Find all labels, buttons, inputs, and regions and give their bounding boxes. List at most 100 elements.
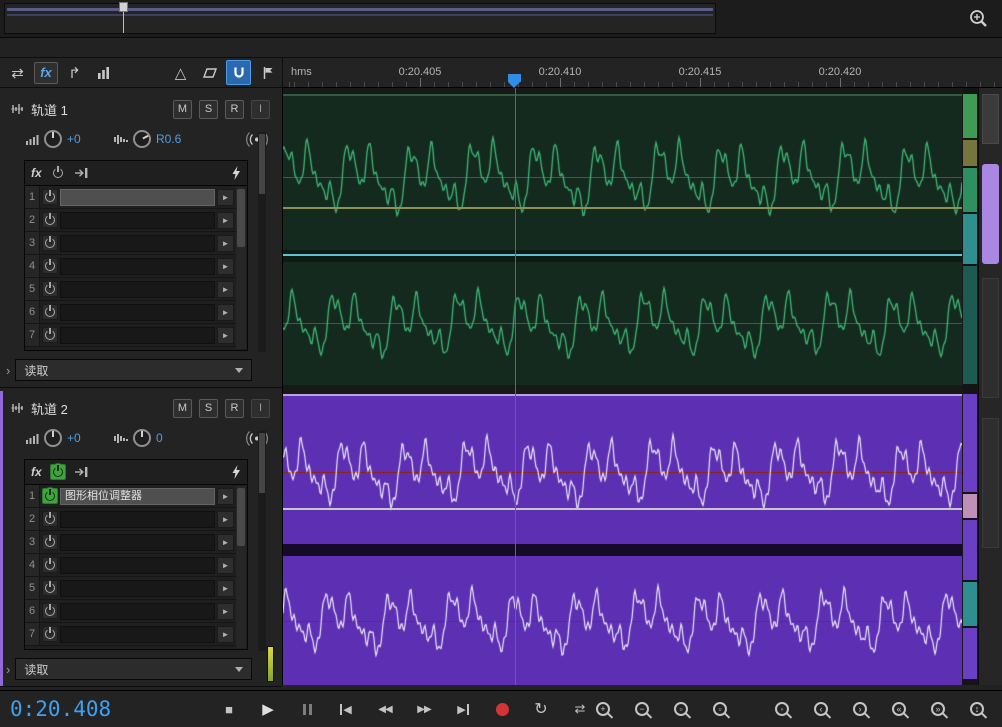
fx-pre-render-icon[interactable] [74, 466, 89, 478]
fx-slot-row[interactable]: 1 ► [25, 186, 236, 209]
scrollbar-thumb[interactable] [259, 433, 265, 493]
zoom-in-point-button[interactable]: ▫ [669, 697, 693, 721]
zoom-out-button[interactable]: − [630, 697, 654, 721]
fx-slot-row[interactable]: 7 ► [25, 623, 236, 646]
fx-slot-name[interactable] [60, 188, 215, 206]
fx-power-toggle[interactable] [42, 580, 58, 596]
pan-knob[interactable] [133, 429, 151, 447]
metronome-icon[interactable]: △ [168, 60, 193, 85]
fx-power-toggle[interactable] [42, 603, 58, 619]
slip-tool-icon[interactable]: ↱ [62, 60, 87, 85]
fx-power-toggle[interactable] [42, 626, 58, 642]
automation-mode-dropdown[interactable]: 读取 [15, 658, 252, 680]
track2-panel[interactable]: 轨道 2 M S R I +0 0 fx 1 图形相位调整器 ► 2 ► 3 ►… [0, 391, 282, 687]
crossfade-icon[interactable] [197, 60, 222, 85]
fx-slot-name[interactable]: 图形相位调整器 [60, 487, 215, 505]
fx-slot-row[interactable]: 4 ► [25, 554, 236, 577]
fx-power-toggle[interactable] [42, 235, 58, 251]
fx-slot-name[interactable] [60, 602, 215, 620]
fx-pre-render-icon[interactable] [74, 167, 89, 179]
clip-track1[interactable] [283, 94, 962, 385]
fx-power-toggle[interactable] [42, 534, 58, 550]
fx-slot-row[interactable]: 7 ► [25, 324, 236, 347]
zoom-amplitude-in-button[interactable]: « [887, 697, 911, 721]
fx-rack-power-toggle[interactable] [49, 464, 66, 480]
monitor-input-button[interactable]: I [251, 99, 270, 119]
mixer-icon[interactable] [91, 60, 116, 85]
fx-slot-menu-button[interactable]: ► [217, 510, 234, 528]
fast-forward-button[interactable]: ▶▶ [413, 698, 435, 720]
volume-knob[interactable] [44, 429, 62, 447]
arm-record-button[interactable]: R [225, 398, 244, 418]
fx-slot-name[interactable] [60, 211, 215, 229]
fx-rack-scrollbar-thumb[interactable] [237, 189, 245, 247]
zoom-in-button[interactable]: + [591, 697, 615, 721]
track-name[interactable]: 轨道 2 [31, 399, 68, 418]
fx-rack-scrollbar-thumb[interactable] [237, 488, 245, 546]
vertical-scrollbar[interactable] [978, 88, 1002, 685]
fx-slot-row[interactable]: 5 ► [25, 278, 236, 301]
skip-selection-button[interactable]: ⇄ [569, 698, 591, 720]
fx-slot-name[interactable] [60, 303, 215, 321]
fx-slot-menu-button[interactable]: ► [217, 188, 234, 206]
fx-slot-row[interactable]: 2 ► [25, 209, 236, 232]
fx-slot-menu-button[interactable]: ► [217, 257, 234, 275]
arm-record-button[interactable]: R [225, 99, 244, 119]
pan-envelope-line[interactable] [283, 254, 962, 256]
expand-chevron-icon[interactable]: › [6, 662, 10, 677]
fx-mode-icon[interactable]: fx [34, 61, 58, 84]
fx-slot-menu-button[interactable]: ► [217, 234, 234, 252]
rewind-button[interactable]: ◀◀ [374, 698, 396, 720]
fx-slot-name[interactable] [60, 280, 215, 298]
mute-button[interactable]: M [173, 398, 192, 418]
fx-power-toggle[interactable] [42, 258, 58, 274]
fx-slot-name[interactable] [60, 234, 215, 252]
fx-slot-row[interactable]: 2 ► [25, 508, 236, 531]
go-to-start-button[interactable]: ◀ [335, 698, 357, 720]
move-tool-icon[interactable]: ⇄ [5, 60, 30, 85]
monitor-input-button[interactable]: I [251, 398, 270, 418]
fx-slot-row[interactable]: 6 ► [25, 600, 236, 623]
playhead-handle[interactable] [508, 74, 521, 88]
fx-power-toggle[interactable] [42, 488, 58, 504]
go-to-end-button[interactable]: ▶ [452, 698, 474, 720]
stop-button[interactable]: ■ [218, 698, 240, 720]
fx-power-toggle[interactable] [42, 557, 58, 573]
volume-envelope-line[interactable] [283, 207, 962, 209]
solo-button[interactable]: S [199, 99, 218, 119]
fx-power-toggle[interactable] [42, 327, 58, 343]
fx-slot-name[interactable] [60, 510, 215, 528]
fx-slot-row[interactable]: 6 ► [25, 301, 236, 324]
fx-slot-name[interactable] [60, 579, 215, 597]
multitrack-timeline-area[interactable] [283, 88, 1002, 685]
fx-power-toggle[interactable] [42, 189, 58, 205]
fx-slot-menu-button[interactable]: ► [217, 602, 234, 620]
track2-vertical-scrollbar[interactable] [258, 431, 266, 651]
timeline-ruler[interactable]: hms 0:20.405 0:20.410 0:20.415 0:20.420 [283, 57, 1002, 88]
fx-slot-name[interactable] [60, 556, 215, 574]
fx-slot-menu-button[interactable]: ► [217, 579, 234, 597]
solo-button[interactable]: S [199, 398, 218, 418]
fx-slot-row[interactable]: 3 ► [25, 531, 236, 554]
volume-value[interactable]: +0 [67, 132, 93, 146]
fx-slot-row[interactable]: 4 ► [25, 255, 236, 278]
volume-knob[interactable] [44, 130, 62, 148]
pan-knob[interactable] [133, 130, 151, 148]
fx-power-toggle[interactable] [42, 281, 58, 297]
fx-slot-name[interactable] [60, 533, 215, 551]
pan-value[interactable]: 0 [156, 431, 190, 445]
track1-vertical-scrollbar[interactable] [258, 132, 266, 352]
fx-power-toggle[interactable] [42, 511, 58, 527]
fx-slot-row[interactable]: 3 ► [25, 232, 236, 255]
fx-slot-row[interactable]: 1 图形相位调整器 ► [25, 485, 236, 508]
automation-mode-dropdown[interactable]: 读取 [15, 359, 252, 381]
fx-slot-name[interactable] [60, 625, 215, 643]
fx-slot-name[interactable] [60, 257, 215, 275]
zoom-left-edge-button[interactable]: ‹ [809, 697, 833, 721]
expand-chevron-icon[interactable]: › [6, 363, 10, 378]
session-overview-strip[interactable] [4, 2, 716, 34]
fx-slot-menu-button[interactable]: ► [217, 533, 234, 551]
zoom-right-edge-button[interactable]: › [848, 697, 872, 721]
zoom-reset-button[interactable]: ↕ [965, 697, 989, 721]
time-display[interactable]: 0:20.408 [10, 697, 122, 721]
